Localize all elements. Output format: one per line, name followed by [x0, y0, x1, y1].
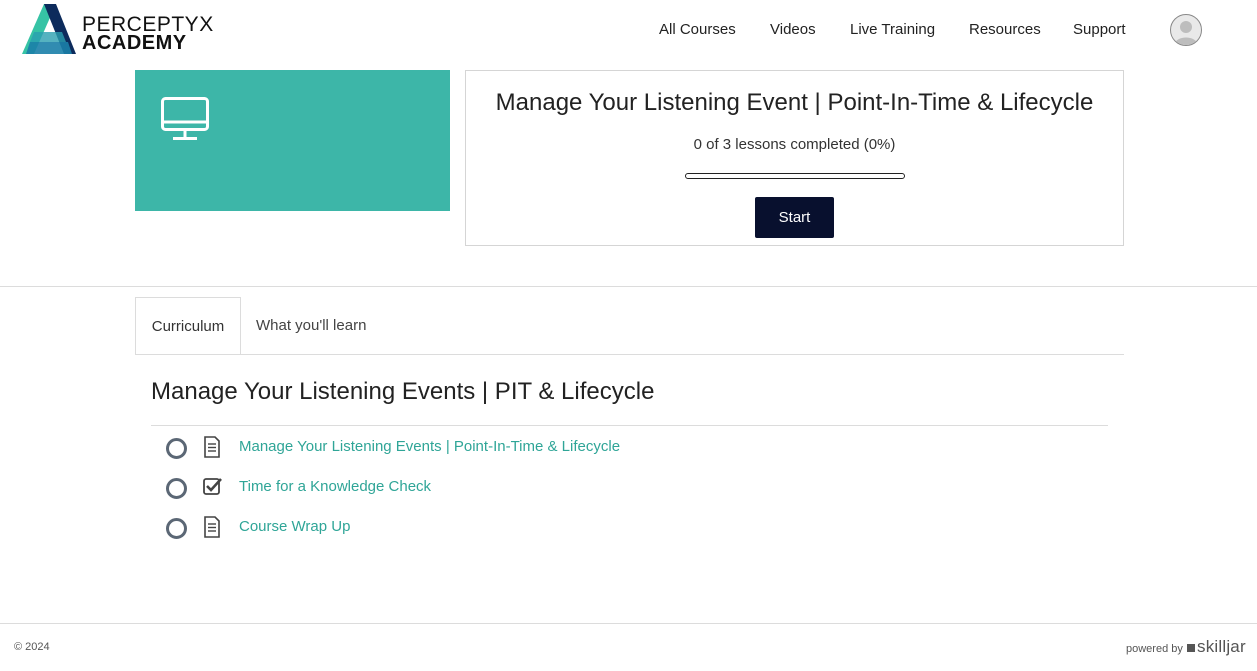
tab-what-youll-learn[interactable]: What you'll learn	[256, 297, 366, 355]
lesson-link[interactable]: Course Wrap Up	[239, 518, 350, 535]
nav-live-training[interactable]: Live Training	[850, 21, 935, 38]
progress-bar	[685, 173, 905, 179]
course-title: Manage Your Listening Event | Point-In-T…	[495, 89, 1094, 116]
progress-text: 0 of 3 lessons completed (0%)	[693, 136, 896, 153]
lesson-link[interactable]: Manage Your Listening Events | Point-In-…	[239, 438, 620, 455]
skilljar-logo-text: skilljar	[1197, 637, 1246, 656]
site-header: PERCEPTYX ACADEMY All Courses Videos Liv…	[0, 0, 1257, 60]
skilljar-logo[interactable]: skilljar	[1187, 637, 1246, 657]
skilljar-mark-icon	[1187, 643, 1195, 652]
course-image	[135, 70, 450, 211]
lesson-item[interactable]: Manage Your Listening Events | Point-In-…	[166, 435, 866, 459]
tab-curriculum[interactable]: Curriculum	[135, 297, 241, 355]
brand-logo[interactable]: PERCEPTYX ACADEMY	[22, 4, 213, 56]
document-icon	[204, 516, 220, 538]
copyright-text: © 2024	[14, 641, 50, 653]
course-summary-card: Manage Your Listening Event | Point-In-T…	[465, 70, 1124, 246]
logo-text-academy: ACADEMY	[82, 32, 187, 54]
powered-by-text: powered by	[1126, 643, 1183, 655]
tabs-underline	[135, 354, 1124, 355]
start-button[interactable]: Start	[755, 197, 834, 238]
document-icon	[204, 436, 220, 458]
logo-mark-icon	[22, 4, 76, 54]
section-divider	[0, 286, 1257, 287]
lesson-link[interactable]: Time for a Knowledge Check	[239, 478, 431, 495]
incomplete-status-icon	[166, 478, 187, 499]
checkbox-icon	[203, 478, 222, 495]
nav-support[interactable]: Support	[1073, 21, 1126, 38]
lesson-item[interactable]: Time for a Knowledge Check	[166, 475, 866, 499]
nav-all-courses[interactable]: All Courses	[659, 21, 736, 38]
footer-divider	[0, 623, 1257, 624]
nav-videos[interactable]: Videos	[770, 21, 816, 38]
curriculum-section-title: Manage Your Listening Events | PIT & Lif…	[151, 378, 655, 405]
incomplete-status-icon	[166, 438, 187, 459]
monitor-icon	[161, 97, 209, 140]
incomplete-status-icon	[166, 518, 187, 539]
lesson-item[interactable]: Course Wrap Up	[166, 515, 866, 539]
section-title-divider	[151, 425, 1108, 426]
user-avatar-icon[interactable]	[1170, 14, 1202, 46]
nav-resources[interactable]: Resources	[969, 21, 1041, 38]
